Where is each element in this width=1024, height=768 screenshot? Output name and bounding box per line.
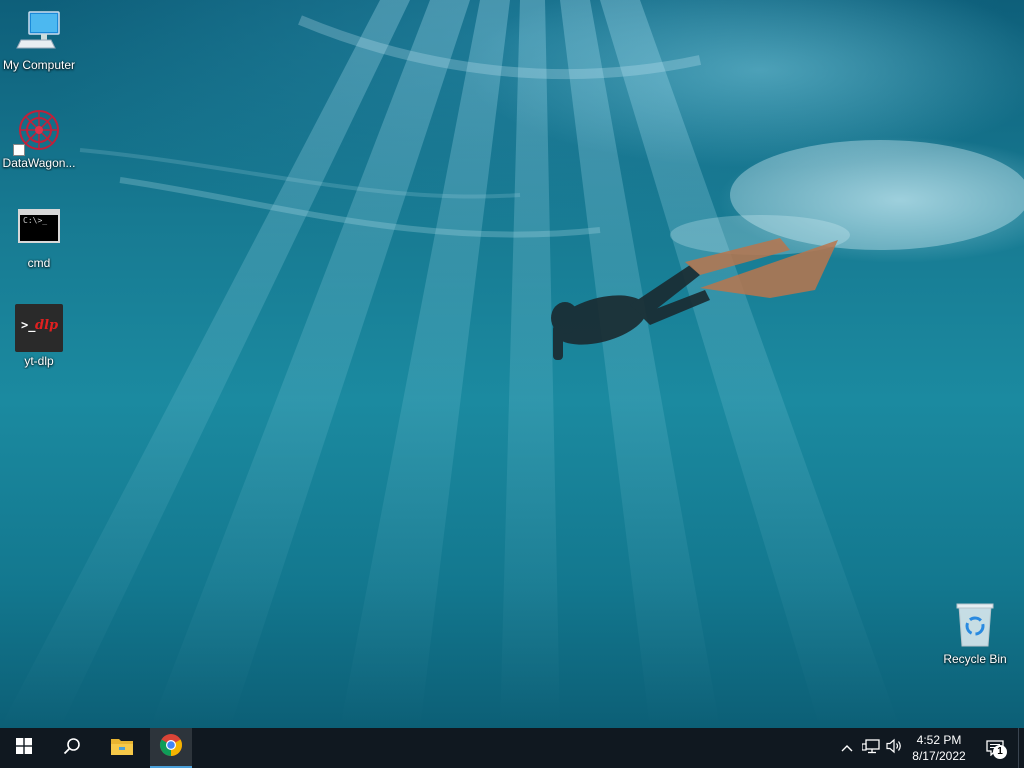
- cmd-glyph-text: C:\>_: [23, 216, 48, 225]
- chrome-icon: [159, 733, 183, 762]
- desktop-icon-label: My Computer: [2, 58, 76, 72]
- chevron-up-icon: [841, 739, 853, 757]
- network-icon: [861, 738, 880, 759]
- clock-time: 4:52 PM: [916, 733, 962, 747]
- notification-icon: 1: [986, 740, 1007, 759]
- folder-icon: [110, 736, 134, 761]
- desktop-icon-cmd[interactable]: C:\>_ cmd: [0, 206, 78, 271]
- search-icon: [63, 737, 81, 760]
- show-hidden-icons-button[interactable]: [836, 728, 858, 768]
- desktop-icon-my-computer[interactable]: My Computer: [0, 8, 78, 73]
- taskbar: 4:52 PM 8/17/2022 1: [0, 728, 1024, 768]
- start-button[interactable]: [0, 728, 48, 768]
- windows-start-icon: [16, 737, 32, 759]
- search-button[interactable]: [48, 728, 96, 768]
- desktop-icon-datawagon[interactable]: DataWagon...: [0, 106, 78, 171]
- cmd-icon: C:\>_: [15, 206, 63, 254]
- datawagon-icon: [13, 106, 63, 156]
- desktop-icon-label: Recycle Bin: [943, 652, 1007, 666]
- yt-dlp-icon: >_ dlp: [15, 304, 63, 352]
- diver-silhouette: [551, 265, 710, 360]
- taskbar-chrome[interactable]: [150, 728, 192, 768]
- show-desktop-button[interactable]: [1018, 728, 1024, 768]
- desktop-icon-yt-dlp[interactable]: >_ dlp yt-dlp: [0, 304, 78, 369]
- desktop[interactable]: My Computer DataWagon... C:\>_ cmd >_ dl…: [0, 0, 1024, 728]
- shortcut-arrow-icon: [13, 144, 25, 156]
- recycle-bin-icon: [951, 602, 999, 650]
- yt-dlp-accent: dlp: [35, 318, 59, 333]
- wallpaper-image: [0, 0, 1024, 728]
- desktop-icon-label: cmd: [27, 256, 51, 270]
- computer-icon: [15, 8, 63, 56]
- clock-date: 8/17/2022: [912, 749, 966, 763]
- action-center-button[interactable]: 1: [980, 728, 1010, 768]
- desktop-icon-recycle-bin[interactable]: Recycle Bin: [936, 602, 1014, 667]
- notification-count-badge: 1: [993, 745, 1007, 759]
- yt-dlp-prompt: >_: [21, 318, 36, 332]
- taskbar-file-explorer[interactable]: [98, 728, 146, 768]
- desktop-icon-label: DataWagon...: [2, 156, 76, 170]
- taskbar-clock[interactable]: 4:52 PM 8/17/2022: [900, 728, 978, 768]
- network-button[interactable]: [858, 728, 884, 768]
- desktop-icon-label: yt-dlp: [24, 354, 54, 368]
